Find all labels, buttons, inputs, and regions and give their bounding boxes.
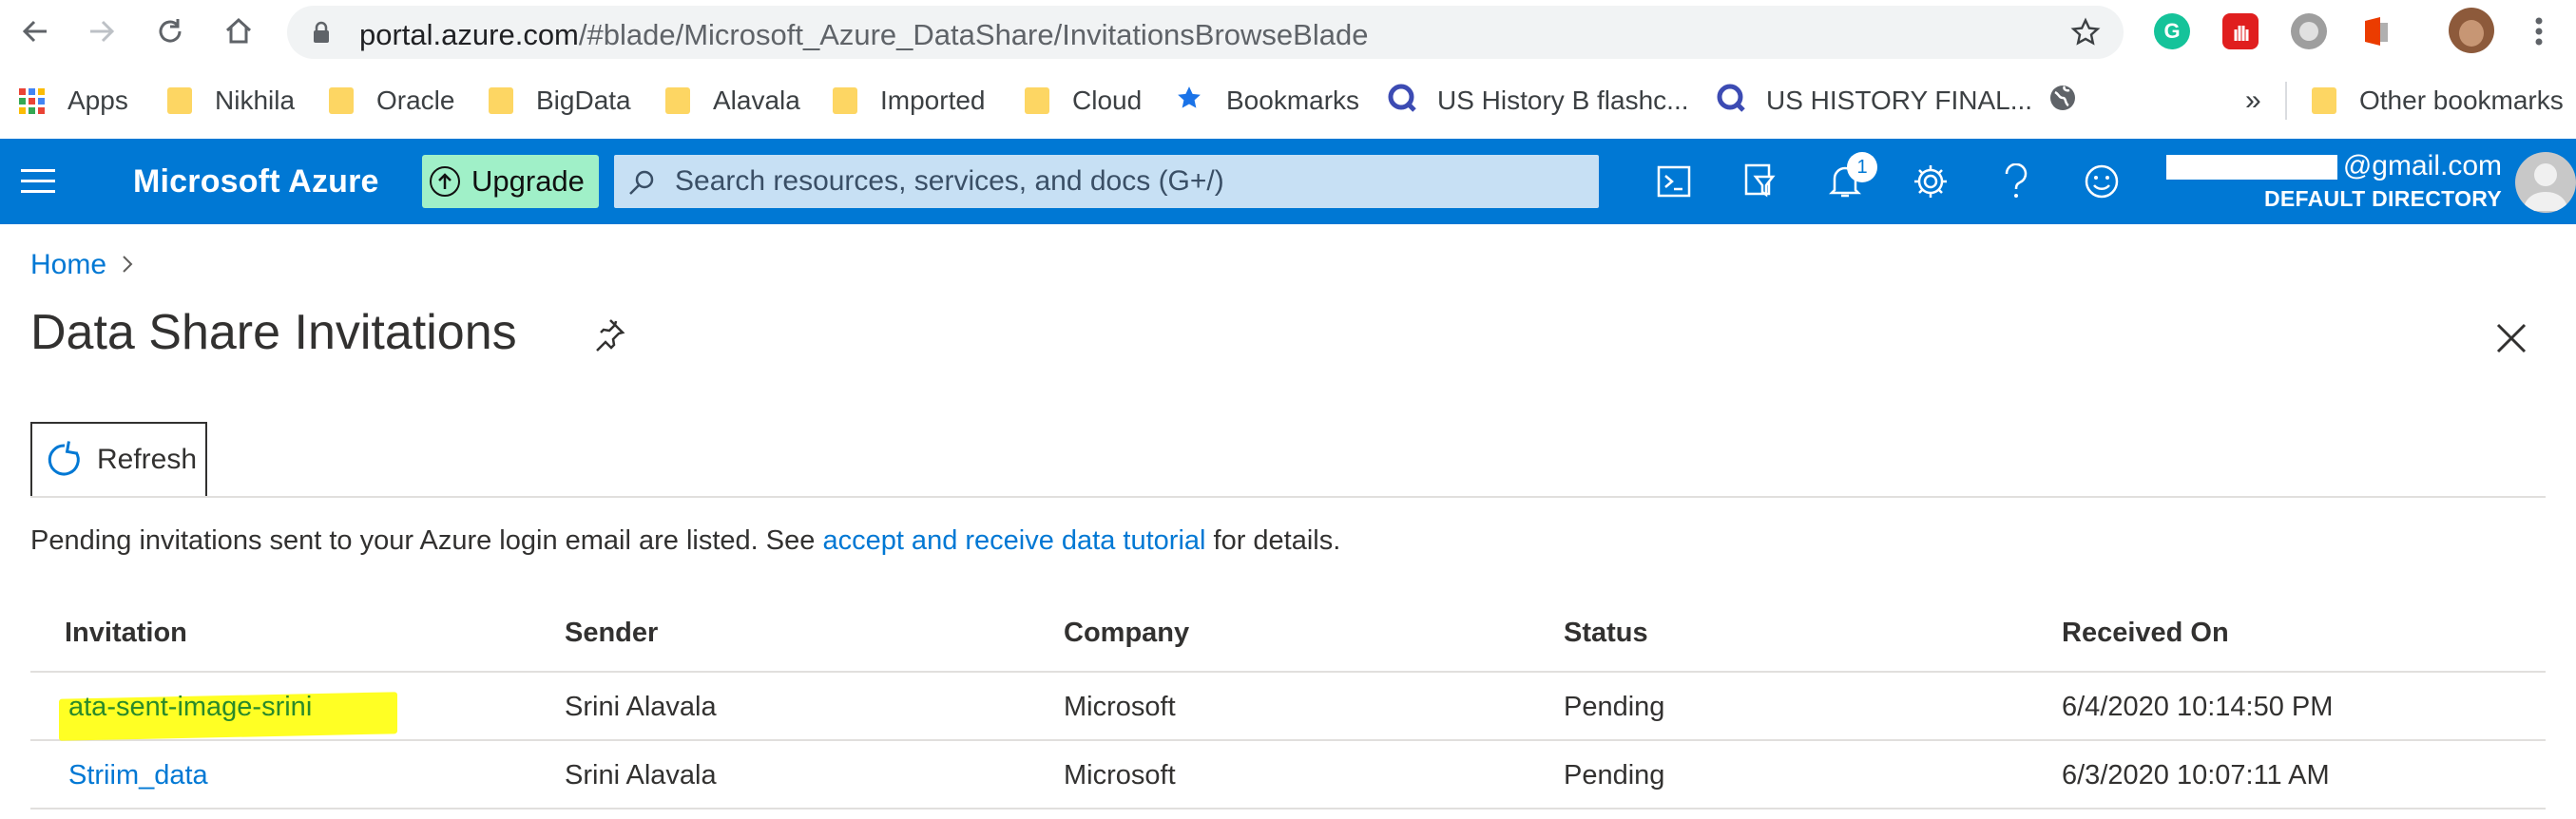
account-avatar[interactable] xyxy=(2515,152,2576,213)
search-input[interactable] xyxy=(675,162,1578,200)
table-row[interactable]: Striim_data Srini Alavala Microsoft Pend… xyxy=(30,741,2546,809)
invitations-table: Invitation Sender Company Status Receive… xyxy=(30,599,2546,809)
browser-toolbar: portal.azure.com/#blade/Microsoft_Azure_… xyxy=(0,0,2576,63)
bookmark-oracle[interactable]: Oracle xyxy=(329,82,454,120)
sender-cell: Srini Alavala xyxy=(565,692,717,722)
bookmark-cloud[interactable]: Cloud xyxy=(1025,82,1142,120)
bookmark-us-history-final[interactable]: US HISTORY FINAL... xyxy=(1715,82,2032,120)
settings-gear-icon[interactable] xyxy=(1907,158,1954,205)
bookmark-nikhila[interactable]: Nikhila xyxy=(167,82,295,120)
account-directory: DEFAULT DIRECTORY xyxy=(2263,186,2502,211)
bookmark-apps[interactable]: Apps xyxy=(19,82,128,120)
feedback-smiley-icon[interactable] xyxy=(2078,158,2125,205)
directory-filter-icon[interactable] xyxy=(1736,158,1783,205)
toolbar-divider xyxy=(30,496,2546,498)
company-cell: Microsoft xyxy=(1064,692,1176,722)
table-header-row: Invitation Sender Company Status Receive… xyxy=(30,599,2546,673)
back-arrow-icon[interactable] xyxy=(13,10,57,53)
global-search-box[interactable] xyxy=(614,155,1599,208)
account-email: @gmail.com xyxy=(2342,150,2502,181)
folder-icon xyxy=(1025,87,1049,114)
bookmark-imported[interactable]: Imported xyxy=(833,82,986,120)
refresh-label: Refresh xyxy=(97,444,198,475)
folder-icon xyxy=(833,87,857,114)
refresh-icon xyxy=(48,441,80,476)
tutorial-link[interactable]: accept and receive data tutorial xyxy=(822,525,1205,556)
reload-icon[interactable] xyxy=(148,10,192,53)
quizlet-icon xyxy=(1715,82,1747,121)
company-cell: Microsoft xyxy=(1064,760,1176,790)
column-header-invitation[interactable]: Invitation xyxy=(65,618,187,649)
breadcrumb: Home xyxy=(30,249,133,281)
breadcrumb-home-link[interactable]: Home xyxy=(30,249,106,281)
pin-icon[interactable] xyxy=(591,317,625,356)
home-icon[interactable] xyxy=(217,10,260,53)
received-on-cell: 6/3/2020 10:07:11 AM xyxy=(2062,760,2330,790)
bookmark-alavala[interactable]: Alavala xyxy=(665,82,800,120)
table-row[interactable]: ata-sent-image-srini Srini Alavala Micro… xyxy=(30,673,2546,741)
help-question-icon[interactable] xyxy=(1992,158,2040,205)
account-info[interactable]: @gmail.com DEFAULT DIRECTORY xyxy=(2165,150,2502,212)
hamburger-menu-icon[interactable] xyxy=(21,169,55,194)
notifications-count-badge: 1 xyxy=(1847,152,1877,182)
received-on-cell: 6/4/2020 10:14:50 PM xyxy=(2062,692,2334,722)
folder-icon xyxy=(2312,87,2336,114)
forward-arrow-icon[interactable] xyxy=(80,10,124,53)
bookmark-star-icon[interactable] xyxy=(2070,17,2101,52)
bookmark-bigdata[interactable]: BigData xyxy=(489,82,631,120)
folder-icon xyxy=(167,87,192,114)
bookmarks-divider xyxy=(2285,82,2287,120)
column-header-company[interactable]: Company xyxy=(1064,618,1189,649)
menu-kebab-icon[interactable] xyxy=(2521,13,2557,49)
bookmark-bookmarks[interactable]: Bookmarks xyxy=(1175,82,1359,120)
chevron-right-icon xyxy=(122,249,133,281)
bookmark-us-history-b[interactable]: US History B flashc... xyxy=(1386,82,1689,120)
url-text: portal.azure.com/#blade/Microsoft_Azure_… xyxy=(359,18,1369,51)
lock-icon xyxy=(312,21,331,48)
folder-icon xyxy=(489,87,513,114)
address-bar[interactable]: portal.azure.com/#blade/Microsoft_Azure_… xyxy=(287,6,2124,59)
info-text: Pending invitations sent to your Azure l… xyxy=(30,525,1341,556)
search-icon xyxy=(627,168,656,201)
folder-icon xyxy=(665,87,690,114)
column-header-sender[interactable]: Sender xyxy=(565,618,658,649)
adblock-extension-icon[interactable] xyxy=(2222,13,2259,49)
azure-product-name[interactable]: Microsoft Azure xyxy=(133,163,379,200)
status-cell: Pending xyxy=(1564,692,1665,722)
apps-grid-icon xyxy=(19,87,45,114)
globe-icon xyxy=(2047,83,2078,120)
star-icon xyxy=(1175,84,1203,119)
column-header-received-on[interactable]: Received On xyxy=(2062,618,2229,649)
upgrade-button[interactable]: Upgrade xyxy=(422,155,599,208)
status-cell: Pending xyxy=(1564,760,1665,790)
upgrade-arrow-icon xyxy=(430,166,460,197)
grammarly-extension-icon[interactable]: G xyxy=(2154,13,2190,49)
notifications-bell-icon[interactable]: 1 xyxy=(1821,152,1877,205)
column-header-status[interactable]: Status xyxy=(1564,618,1648,649)
invitation-link[interactable]: Striim_data xyxy=(68,760,208,791)
cloud-shell-icon[interactable] xyxy=(1650,158,1698,205)
bookmarks-bar: Apps Nikhila Oracle BigData Alavala Impo… xyxy=(0,63,2576,139)
redacted-email-mask xyxy=(2165,155,2337,181)
azure-top-bar: Microsoft Azure Upgrade 1 @gmail.com DEF… xyxy=(0,139,2576,224)
extension-circle-icon[interactable] xyxy=(2291,13,2327,49)
quizlet-icon xyxy=(1386,82,1418,121)
folder-icon xyxy=(329,87,354,114)
office-extension-icon[interactable] xyxy=(2357,13,2393,49)
sender-cell: Srini Alavala xyxy=(565,760,717,790)
close-icon[interactable] xyxy=(2490,317,2532,359)
bookmark-other-bookmarks[interactable]: Other bookmarks xyxy=(2312,82,2564,120)
profile-avatar[interactable] xyxy=(2449,8,2494,53)
invitation-link[interactable]: ata-sent-image-srini xyxy=(68,692,312,723)
upgrade-label: Upgrade xyxy=(471,164,585,198)
bookmark-globe[interactable] xyxy=(2047,82,2078,120)
page-title: Data Share Invitations xyxy=(30,305,517,360)
bookmarks-overflow-button[interactable]: » xyxy=(2245,82,2261,120)
refresh-button[interactable]: Refresh xyxy=(30,422,207,498)
